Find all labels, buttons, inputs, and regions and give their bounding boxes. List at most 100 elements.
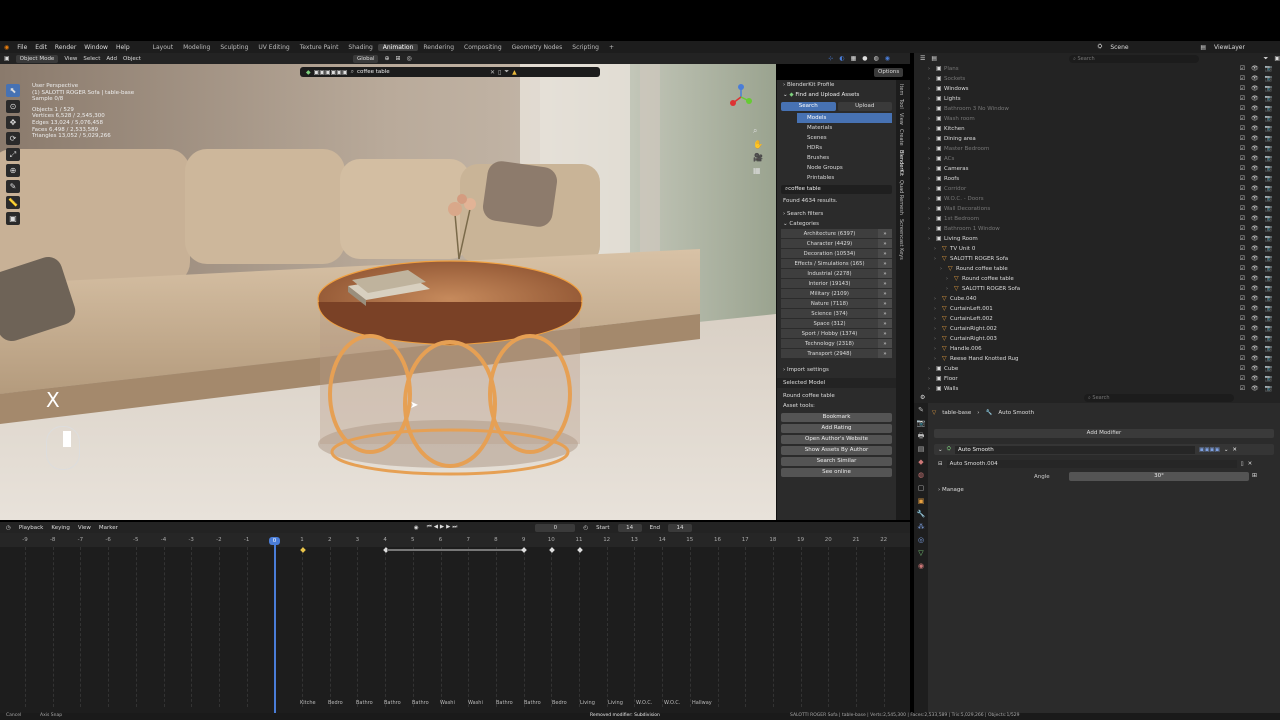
timeline-marker[interactable]: Washi [468,700,483,706]
outliner-row[interactable]: › ▣ Walls ☑ 👁 📷 [914,384,1280,392]
expand-arrow-icon[interactable]: › [928,124,936,134]
category-row[interactable]: Interior (19143)» [781,279,892,289]
outliner-row[interactable]: › ▽ Reese Hand Knotted Rug ☑ 👁 📷 [914,354,1280,364]
open-category-icon[interactable]: » [878,309,892,318]
cursor-tool-icon[interactable]: ⊙ [6,100,20,113]
import-settings-header[interactable]: › Import settings [777,365,896,375]
navigation-gizmo[interactable] [728,84,754,110]
outliner-row[interactable]: › ▣ ACs ☑ 👁 📷 [914,154,1280,164]
visibility-toggle-icon[interactable]: ☑ 👁 📷 [1240,324,1274,334]
workspace-tab-rendering[interactable]: Rendering [418,44,459,51]
timeline-marker[interactable]: Bedro [328,700,343,706]
models-filter-icon[interactable]: ▣▣▣▣▣▣ [314,69,348,76]
menu-edit[interactable]: Edit [31,44,51,51]
viewport-search-input[interactable]: coffee table [357,69,487,75]
outliner-row[interactable]: › ▣ Dining area ☑ 👁 📷 [914,134,1280,144]
viewport-options-button[interactable]: Options [874,68,904,77]
modifier-name-field[interactable]: Auto Smooth [955,445,1196,454]
mode-selector[interactable]: Object Mode [15,54,59,63]
jump-end-icon[interactable]: ⏭ [452,524,459,530]
open-category-icon[interactable]: » [878,249,892,258]
marker-menu[interactable]: Marker [99,525,118,531]
transform-orientation-selector[interactable]: Global [352,54,379,63]
output-tab-icon[interactable]: 🖶 [916,432,926,442]
asset-type-materials[interactable]: Materials [797,123,892,133]
category-row[interactable]: Industrial (2278)» [781,269,892,279]
rotate-tool-icon[interactable]: ⟳ [6,132,20,145]
visibility-toggle-icon[interactable]: ☑ 👁 📷 [1240,254,1274,264]
transform-tool-icon[interactable]: ⊕ [6,164,20,177]
blenderkit-profile-header[interactable]: › BlenderKit Profile [777,80,896,90]
visibility-toggle-icon[interactable]: ☑ 👁 📷 [1240,274,1274,284]
render-tab-icon[interactable]: 📷 [916,419,926,429]
outliner-row[interactable]: › ▣ Floor ☑ 👁 📷 [914,374,1280,384]
timeline-marker[interactable]: Bathro [524,700,541,706]
modifier-visibility-icons[interactable]: ▣▣▣▣ [1199,447,1220,453]
category-row[interactable]: Nature (7118)» [781,299,892,309]
visibility-toggle-icon[interactable]: ☑ 👁 📷 [1240,194,1274,204]
fake-user-icon[interactable]: ▯ [1241,461,1244,467]
xray-icon[interactable]: ▦ [851,55,857,62]
dropdown-icon[interactable]: ⌄ [1224,447,1229,453]
visibility-toggle-icon[interactable]: ☑ 👁 📷 [1240,84,1274,94]
menu-render[interactable]: Render [51,44,80,51]
selected-model-header[interactable]: Selected Model [777,378,896,388]
expand-arrow-icon[interactable]: › [928,194,936,204]
asset-type-printables[interactable]: Printables [797,173,892,183]
tab-quad-remesh[interactable]: Quad Remesh [898,180,904,215]
shading-rendered-icon[interactable]: ◉ [885,55,890,62]
open-category-icon[interactable]: » [878,319,892,328]
tab-blenderkit[interactable]: BlenderKit [898,150,904,176]
outliner-row[interactable]: › ▽ CurtainLeft.001 ☑ 👁 📷 [914,304,1280,314]
particles-tab-icon[interactable]: ⁂ [916,523,926,533]
category-row[interactable]: Military (2109)» [781,289,892,299]
outliner-row[interactable]: › ▣ Corridor ☑ 👁 📷 [914,184,1280,194]
scene-tab-icon[interactable]: ◆ [916,458,926,468]
menu-view[interactable]: View [64,56,77,62]
open-category-icon[interactable]: » [878,229,892,238]
timeline-marker[interactable]: Washi [440,700,455,706]
outliner-row[interactable]: › ▣ Wash room ☑ 👁 📷 [914,114,1280,124]
clear-search-icon[interactable]: ✕ [490,69,495,76]
tool-tab-icon[interactable]: ✎ [916,406,926,416]
collapse-arrow-icon[interactable]: ⌄ [938,447,943,453]
expand-arrow-icon[interactable]: › [934,314,942,324]
timeline-marker[interactable]: Bathro [356,700,373,706]
remove-modifier-icon[interactable]: ✕ [1232,447,1237,453]
outliner-row[interactable]: › ▽ Round coffee table ☑ 👁 📷 [914,274,1280,284]
expand-arrow-icon[interactable]: › [934,244,942,254]
open-category-icon[interactable]: » [878,339,892,348]
expand-arrow-icon[interactable]: › [928,384,936,392]
expand-arrow-icon[interactable]: › [928,114,936,124]
outliner-row[interactable]: › ▽ CurtainRight.003 ☑ 👁 📷 [914,334,1280,344]
expand-arrow-icon[interactable]: › [928,154,936,164]
outliner-row[interactable]: › ▣ 1st Bedroom ☑ 👁 📷 [914,214,1280,224]
outliner-row[interactable]: › ▣ Windows ☑ 👁 📷 [914,84,1280,94]
input-socket-icon[interactable]: ⊞ [1252,472,1257,479]
visibility-toggle-icon[interactable]: ☑ 👁 📷 [1240,144,1274,154]
outliner-row[interactable]: › ▽ TV Unit 0 ☑ 👁 📷 [914,244,1280,254]
outliner-row[interactable]: › ▽ SALOTTI ROGER Sofa ☑ 👁 📷 [914,284,1280,294]
timeline-marker[interactable]: Kitche [300,700,316,706]
pivot-icon[interactable]: ⊕ [384,55,389,62]
expand-arrow-icon[interactable]: › [934,344,942,354]
category-row[interactable]: Architecture (6397)» [781,229,892,239]
expand-arrow-icon[interactable]: › [934,334,942,344]
outliner-row[interactable]: › ▣ Living Room ☑ 👁 📷 [914,234,1280,244]
workspace-tab-uv-editing[interactable]: UV Editing [253,44,294,51]
visibility-toggle-icon[interactable]: ☑ 👁 📷 [1240,134,1274,144]
timeline-editor-icon[interactable]: ◷ [6,525,11,531]
expand-arrow-icon[interactable]: › [946,284,954,294]
asset-search-field[interactable]: ⌕ coffee table [781,185,892,194]
visibility-toggle-icon[interactable]: ☑ 👁 📷 [1240,174,1274,184]
visibility-toggle-icon[interactable]: ☑ 👁 📷 [1240,114,1274,124]
zoom-icon[interactable]: ⌕ [753,126,763,136]
timeline-marker[interactable]: W.O.C. [664,700,680,706]
workspace-tab-geometry-nodes[interactable]: Geometry Nodes [507,44,568,51]
expand-arrow-icon[interactable]: › [928,234,936,244]
timeline-marker[interactable]: Hallway [692,700,712,706]
open-category-icon[interactable]: » [878,279,892,288]
visibility-toggle-icon[interactable]: ☑ 👁 📷 [1240,234,1274,244]
open-category-icon[interactable]: » [878,239,892,248]
expand-arrow-icon[interactable]: › [928,94,936,104]
